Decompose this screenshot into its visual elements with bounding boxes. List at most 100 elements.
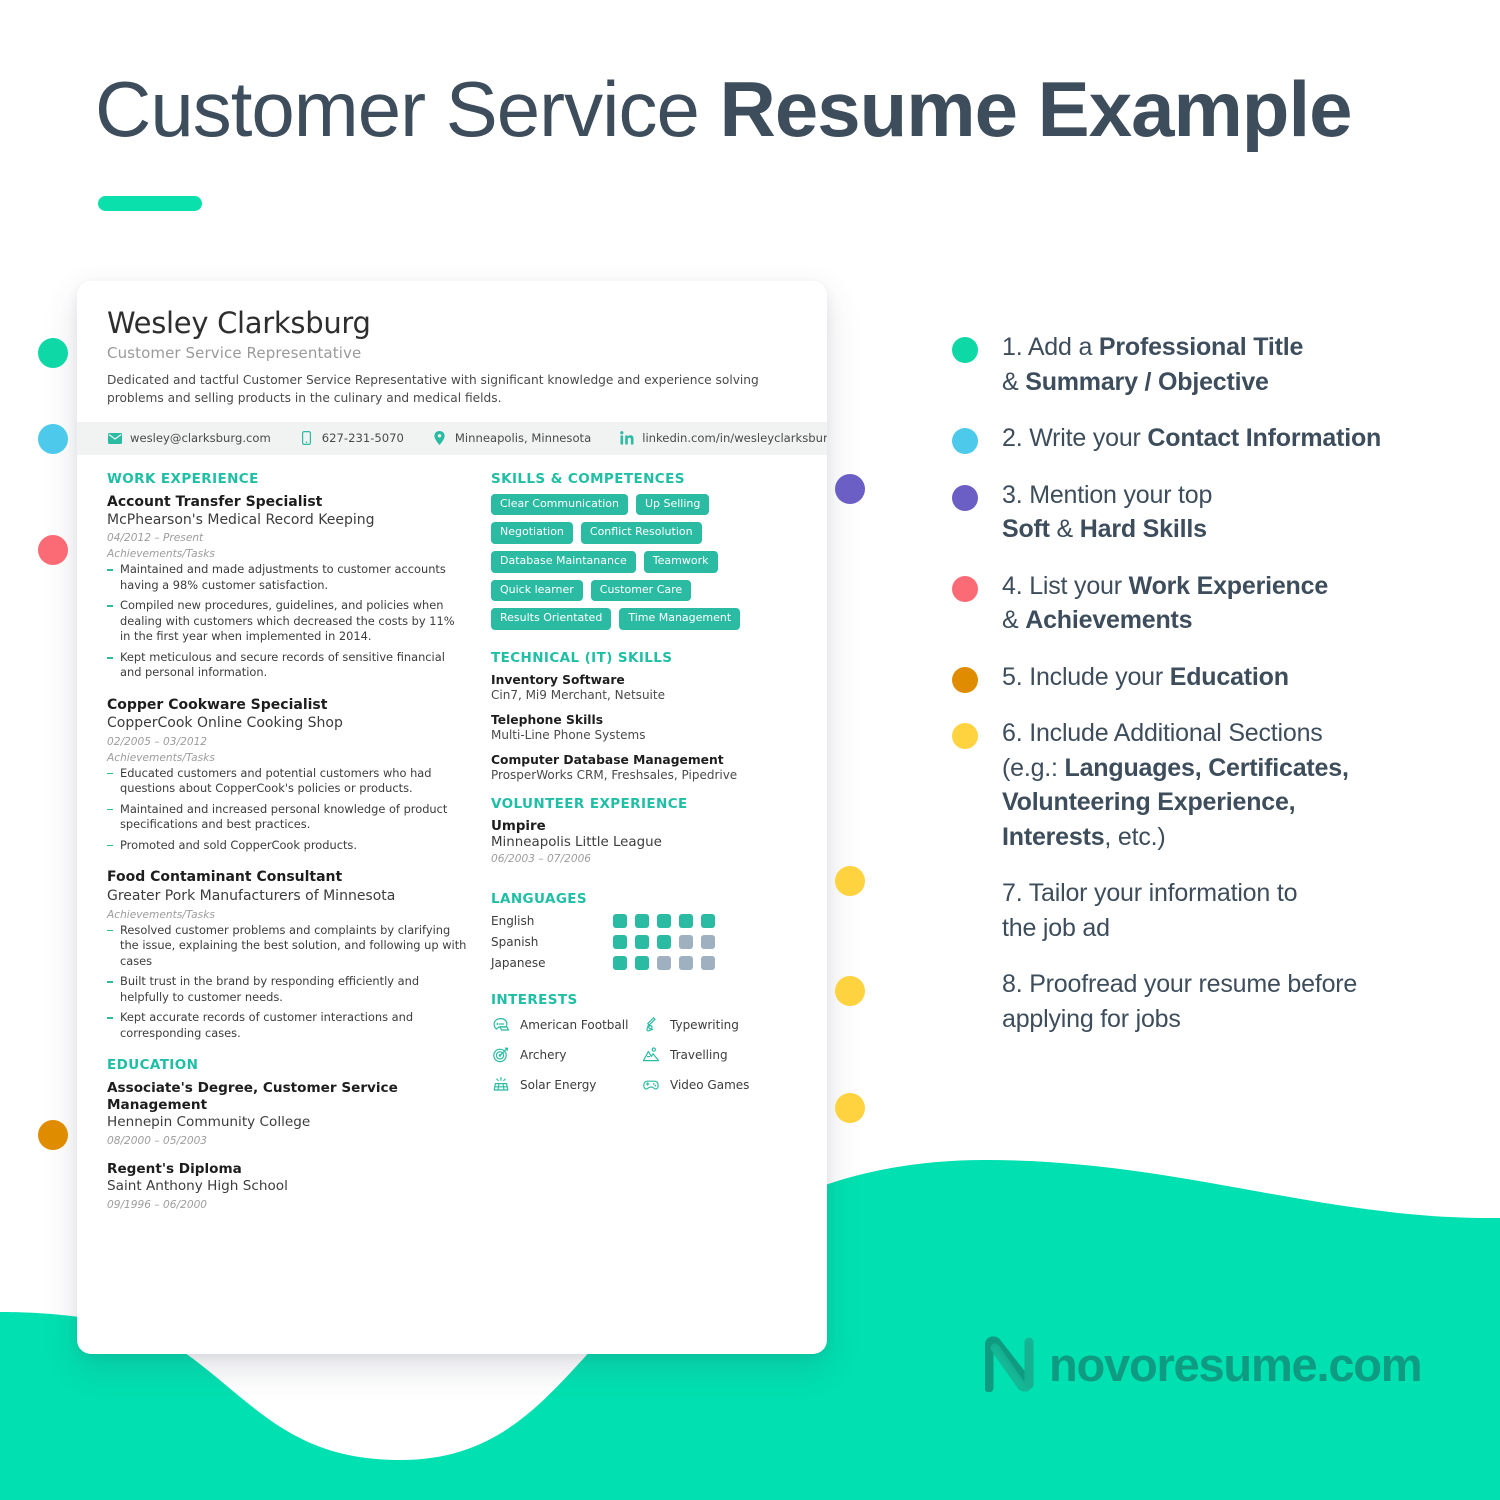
tip-bullet-dot bbox=[952, 337, 978, 363]
resume-left-column: WORK EXPERIENCE Account Transfer Special… bbox=[107, 471, 467, 1225]
tip-item-6: 6. Include Additional Sections (e.g.: Lan… bbox=[952, 716, 1472, 854]
language-level-square bbox=[635, 914, 649, 929]
section-title-volunteer: VOLUNTEER EXPERIENCE bbox=[491, 795, 688, 812]
language-name: English bbox=[491, 914, 535, 929]
tip-text: 8. Proofread your resume before applying … bbox=[1002, 970, 1358, 1033]
job-bullet: Compiled new procedures, guidelines, and… bbox=[107, 598, 467, 645]
novoresume-n-icon bbox=[984, 1336, 1037, 1393]
language-level-meter bbox=[613, 914, 715, 929]
tip-item-4: 4. List your Work Experience & Achievemen… bbox=[952, 569, 1472, 638]
interest-label: Travelling bbox=[670, 1048, 728, 1063]
interest-label: Video Games bbox=[670, 1078, 750, 1093]
technical-skills-list: Inventory Software Cin7, Mi9 Merchant, Ne… bbox=[491, 673, 791, 782]
job-bullet-list: Resolved customer problems and complaint… bbox=[107, 923, 467, 1042]
tip-bullet-dot bbox=[952, 575, 978, 602]
language-level-square bbox=[679, 914, 693, 929]
job-bullet: Resolved customer problems and complaint… bbox=[107, 923, 467, 970]
tip-text: 5. Include your Education bbox=[1002, 662, 1289, 691]
language-level-meter bbox=[613, 935, 715, 950]
candidate-name: Wesley Clarksburg bbox=[107, 306, 371, 340]
technical-skill-name: Inventory Software bbox=[491, 672, 625, 687]
tip-item-1: 1. Add a Professional Title & Summary / O… bbox=[952, 330, 1472, 399]
contact-email[interactable]: wesley@clarksburg.com bbox=[107, 431, 271, 446]
education-dates: 08/2000 – 05/2003 bbox=[107, 1134, 208, 1147]
language-level-square bbox=[701, 914, 715, 929]
side-dot-blue bbox=[38, 424, 68, 454]
language-level-square bbox=[679, 956, 693, 971]
tip-text: 6. Include Additional Sections (e.g.: Lan… bbox=[1002, 719, 1349, 851]
side-dot-yellow-3 bbox=[835, 1093, 865, 1123]
job-organization: McPhearson's Medical Record Keeping bbox=[107, 512, 375, 529]
education-degree: Associate's Degree, Customer Service Man… bbox=[107, 1080, 398, 1114]
resume-preview-card[interactable]: Wesley Clarksburg Customer Service Repre… bbox=[77, 281, 827, 1354]
tip-item-3: 3. Mention your top Soft & Hard Skills bbox=[952, 478, 1472, 547]
interest-item: Solar Energy bbox=[491, 1075, 641, 1095]
volunteer-org: Minneapolis Little League bbox=[491, 834, 662, 850]
job-role: Account Transfer Specialist bbox=[107, 493, 323, 510]
skill-tag[interactable]: Time Management bbox=[619, 608, 741, 630]
resume-columns: WORK EXPERIENCE Account Transfer Special… bbox=[77, 455, 827, 1225]
interest-item: Travelling bbox=[641, 1045, 791, 1065]
skill-tag[interactable]: Quick learner bbox=[491, 579, 583, 602]
skill-tag[interactable]: Customer Care bbox=[590, 579, 692, 602]
contact-linkedin[interactable]: linkedin.com/in/wesleyclarksburg bbox=[619, 431, 827, 446]
language-level-square bbox=[657, 935, 671, 950]
language-level-square bbox=[635, 956, 649, 971]
section-title-skills: SKILLS & COMPETENCES bbox=[491, 470, 685, 487]
skill-tag[interactable]: Teamwork bbox=[643, 551, 718, 573]
target-arrow-icon bbox=[491, 1045, 511, 1065]
contact-location[interactable]: Minneapolis, Minnesota bbox=[432, 431, 591, 446]
skill-tag[interactable]: Results Orientated bbox=[491, 608, 612, 630]
job-bullet: Maintained and increased personal knowle… bbox=[107, 802, 467, 833]
education-dates: 09/1996 – 06/2000 bbox=[107, 1198, 208, 1211]
contact-phone[interactable]: 627-231-5070 bbox=[299, 431, 404, 446]
brand-logo[interactable]: novoresume.com bbox=[984, 1336, 1423, 1393]
job-role: Copper Cookware Specialist bbox=[107, 696, 328, 713]
skill-tag[interactable]: Database Maintanance bbox=[491, 551, 636, 573]
tip-bullet-dot bbox=[952, 666, 978, 693]
volunteer-entry: Umpire Minneapolis Little League 06/2003… bbox=[491, 819, 791, 865]
email-icon bbox=[107, 431, 122, 446]
language-name: Japanese bbox=[491, 956, 546, 971]
skill-tag[interactable]: Negotiation bbox=[491, 522, 573, 544]
interest-item: Typewriting bbox=[641, 1015, 791, 1035]
job-role: Food Contaminant Consultant bbox=[107, 869, 343, 886]
tip-item-2: 2. Write your Contact Information bbox=[952, 421, 1472, 456]
language-level-square bbox=[701, 956, 715, 971]
skill-tag[interactable]: Up Selling bbox=[635, 493, 710, 516]
location-pin-icon bbox=[432, 431, 447, 446]
contact-bar: wesley@clarksburg.com 627-231-5070 Minne… bbox=[77, 421, 827, 455]
section-title-languages: LANGUAGES bbox=[491, 891, 588, 908]
work-experience-list: Account Transfer Specialist McPhearson's … bbox=[107, 494, 467, 1042]
education-school: Hennepin Community College bbox=[107, 1114, 311, 1131]
language-level-square bbox=[657, 914, 671, 929]
technical-skill-value: Multi-Line Phone Systems bbox=[491, 727, 646, 742]
technical-skill-entry: Inventory Software Cin7, Mi9 Merchant, Ne… bbox=[491, 673, 791, 702]
interests-list: American Football Typewriting Archery Trave… bbox=[491, 1015, 791, 1105]
education-entry: Associate's Degree, Customer Service Man… bbox=[107, 1080, 467, 1147]
side-dot-orange bbox=[38, 1120, 68, 1150]
candidate-job-title: Customer Service Representative bbox=[107, 344, 362, 363]
technical-skill-value: ProsperWorks CRM, Freshsales, Pipedrive bbox=[491, 767, 738, 782]
language-level-square bbox=[635, 935, 649, 950]
section-title-technical-skills: TECHNICAL (IT) SKILLS bbox=[491, 649, 673, 666]
language-row: Japanese bbox=[491, 956, 791, 971]
tip-text: 2. Write your Contact Information bbox=[1002, 424, 1382, 452]
volunteer-date: 06/2003 – 07/2006 bbox=[491, 853, 592, 866]
interest-label: Archery bbox=[520, 1048, 567, 1063]
tip-item-7: 7. Tailor your information to the job ad bbox=[952, 876, 1472, 945]
skill-tag[interactable]: Conflict Resolution bbox=[580, 522, 702, 544]
achievements-label: Achievements/Tasks bbox=[107, 548, 215, 561]
achievements-label: Achievements/Tasks bbox=[107, 751, 215, 764]
tip-bullet-dot bbox=[952, 974, 978, 1000]
language-level-square bbox=[679, 935, 693, 950]
language-level-square bbox=[657, 956, 671, 971]
brand-name-text: novoresume.com bbox=[1049, 1337, 1423, 1391]
skill-tag[interactable]: Clear Communication bbox=[491, 493, 628, 516]
candidate-summary: Dedicated and tactful Customer Service R… bbox=[107, 373, 759, 406]
tip-item-8: 8. Proofread your resume before applying … bbox=[952, 967, 1472, 1036]
job-bullet-list: Educated customers and potential custome… bbox=[107, 766, 467, 854]
page-title: Customer Service Resume Example bbox=[95, 65, 1353, 153]
interest-label: Typewriting bbox=[670, 1018, 739, 1033]
work-experience-entry: Copper Cookware Specialist CopperCook Onl… bbox=[107, 697, 467, 853]
